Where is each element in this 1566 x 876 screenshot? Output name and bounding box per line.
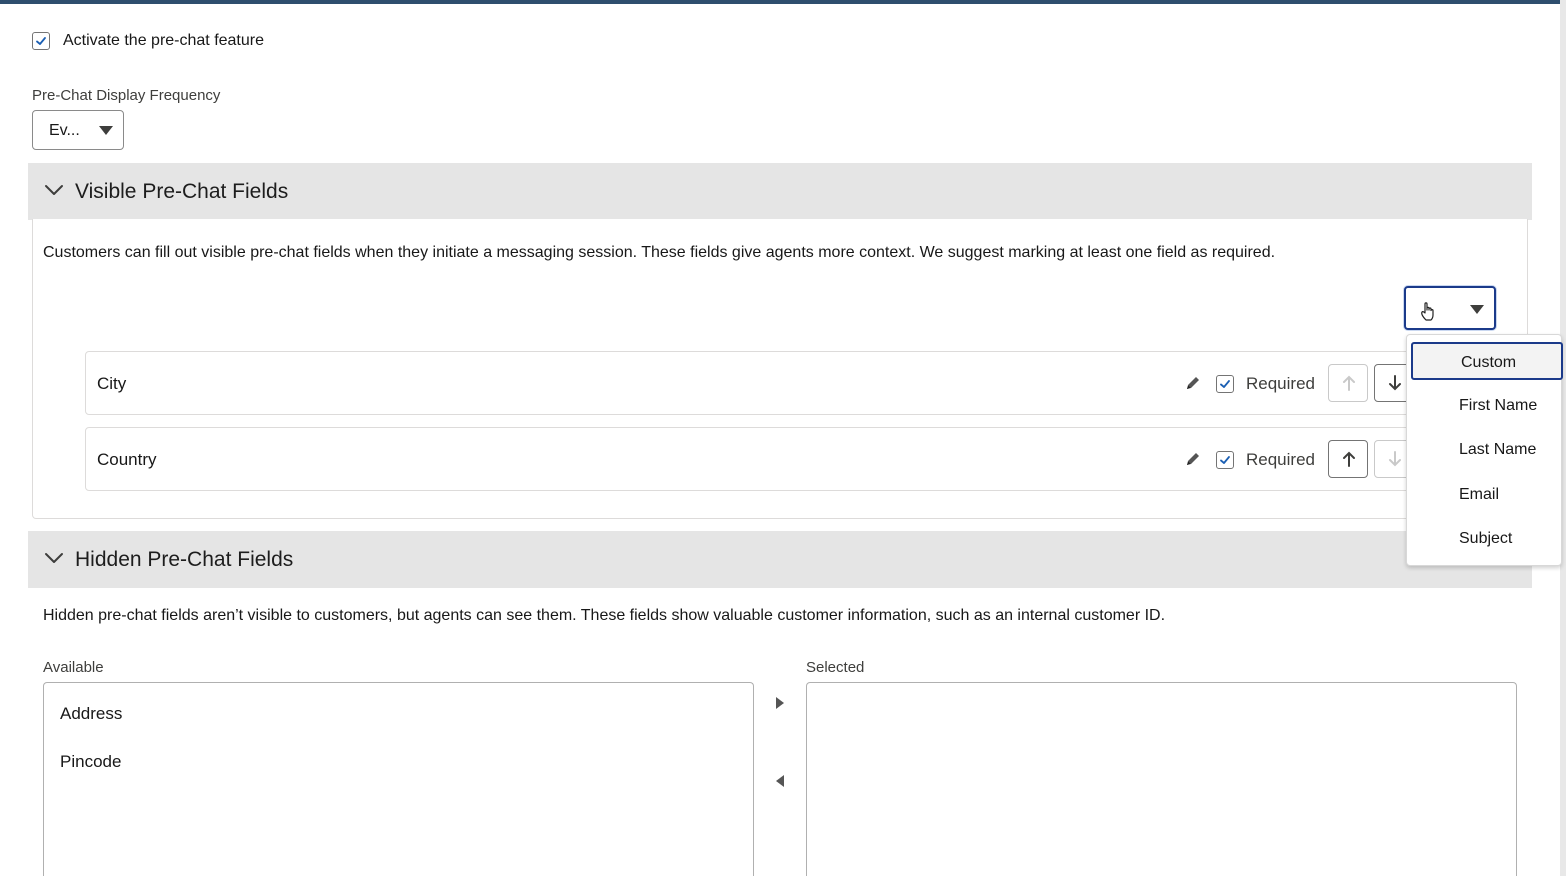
add-field-dropdown-menu: Custom First Name Last Name Email Subjec… [1406, 334, 1563, 566]
arrow-up-icon [1343, 375, 1355, 391]
dropdown-option-first-name[interactable]: First Name [1411, 387, 1563, 425]
frequency-select-value: Ev... [49, 122, 80, 139]
available-label: Available [43, 659, 104, 676]
frequency-select[interactable]: Ev... [32, 110, 124, 150]
required-label: Required [1246, 450, 1315, 469]
triangle-left-icon[interactable] [776, 775, 784, 787]
hidden-fields-title: Hidden Pre-Chat Fields [75, 548, 294, 571]
list-item[interactable]: Address [60, 704, 122, 724]
selected-label: Selected [806, 659, 865, 676]
pencil-icon[interactable] [1184, 374, 1202, 392]
field-name: Country [97, 450, 157, 469]
caret-down-icon [1470, 305, 1484, 314]
arrow-down-icon [1389, 375, 1401, 391]
checkmark-icon [36, 37, 46, 45]
dropdown-option-email[interactable]: Email [1411, 476, 1563, 514]
field-row-country: Country Required [85, 427, 1415, 491]
visible-fields-section-header[interactable]: Visible Pre-Chat Fields [28, 163, 1532, 220]
available-listbox[interactable]: Address Pincode [43, 682, 754, 876]
required-checkbox[interactable] [1216, 451, 1234, 469]
checkmark-icon [1220, 456, 1230, 464]
visible-fields-description: Customers can fill out visible pre-chat … [43, 244, 1276, 261]
hidden-fields-description: Hidden pre-chat fields aren’t visible to… [43, 607, 1166, 624]
selected-listbox[interactable] [806, 682, 1517, 876]
pencil-icon[interactable] [1184, 450, 1202, 468]
top-border [0, 0, 1566, 9]
dropdown-option-subject[interactable]: Subject [1411, 520, 1563, 558]
add-field-select[interactable] [1404, 286, 1496, 330]
arrow-up-icon [1343, 451, 1355, 467]
field-row-city: City Required [85, 351, 1415, 415]
dropdown-option-custom[interactable]: Custom [1411, 342, 1563, 380]
move-up-button[interactable] [1328, 440, 1368, 478]
activate-prechat-checkbox[interactable] [32, 32, 50, 50]
arrow-down-icon [1389, 451, 1401, 467]
required-label: Required [1246, 374, 1315, 393]
dropdown-option-last-name[interactable]: Last Name [1411, 431, 1563, 469]
visible-fields-title: Visible Pre-Chat Fields [75, 180, 289, 203]
chevron-down-icon[interactable] [44, 551, 64, 565]
activate-prechat-label[interactable]: Activate the pre-chat feature [63, 32, 264, 50]
required-checkbox[interactable] [1216, 375, 1234, 393]
move-up-button[interactable] [1328, 364, 1368, 402]
triangle-right-icon[interactable] [776, 697, 784, 709]
hidden-fields-section-header[interactable]: Hidden Pre-Chat Fields [28, 531, 1532, 588]
hand-cursor-icon [1421, 302, 1434, 321]
checkmark-icon [1220, 380, 1230, 388]
field-name: City [97, 374, 127, 393]
caret-down-icon [99, 126, 113, 135]
list-item[interactable]: Pincode [60, 752, 121, 772]
chevron-down-icon[interactable] [44, 183, 64, 197]
frequency-label: Pre-Chat Display Frequency [32, 87, 221, 104]
